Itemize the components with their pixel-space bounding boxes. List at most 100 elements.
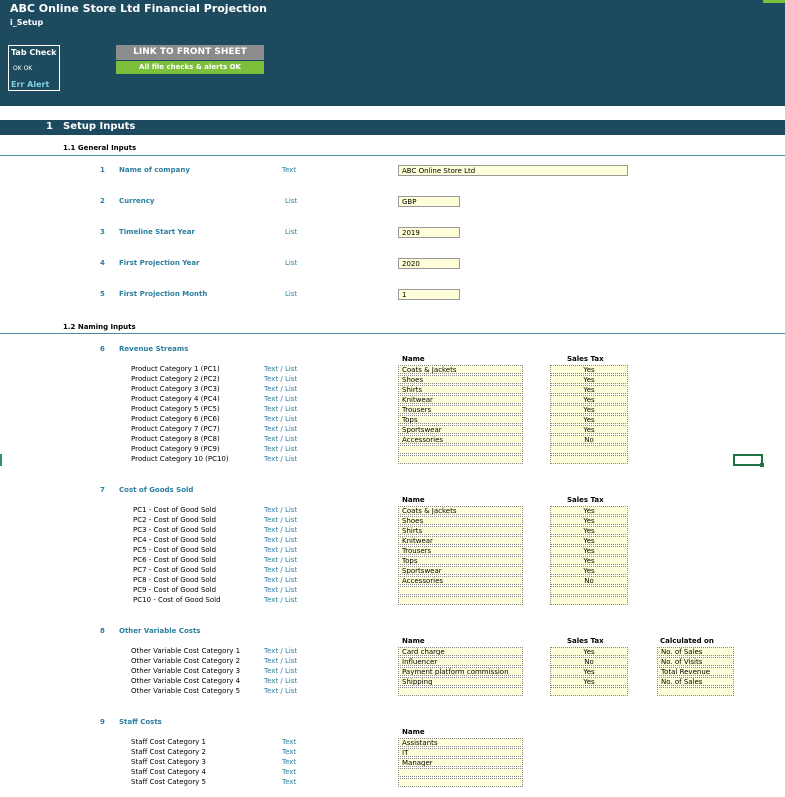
calculated-on-cell[interactable]: Total Revenue [657,667,734,676]
category-label: Product Category 6 (PC6) [131,415,220,423]
calculated-on-cell[interactable] [657,687,734,696]
category-label: Other Variable Cost Category 3 [131,667,241,675]
link-front-sheet-button[interactable]: LINK TO FRONT SHEET [116,45,264,60]
input-type: Text [282,758,297,766]
category-label: Staff Cost Category 5 [131,778,206,786]
name-cell[interactable] [398,455,523,464]
name-cell[interactable]: Shoes [398,516,523,525]
category-label: Other Variable Cost Category 2 [131,657,241,665]
input-type: List [285,290,298,298]
name-cell[interactable]: Coats & Jackets [398,506,523,515]
category-label: PC1 - Cost of Good Sold [133,506,217,514]
divider [0,333,785,334]
sales-tax-cell[interactable]: Yes [550,677,628,686]
name-cell[interactable]: Trousers [398,405,523,414]
name-cell[interactable]: Shoes [398,375,523,384]
sales-tax-cell[interactable]: Yes [550,516,628,525]
sales-tax-cell[interactable]: No [550,435,628,444]
category-label: Other Variable Cost Category 4 [131,677,241,685]
sales-tax-cell[interactable]: Yes [550,375,628,384]
input-type: Text / List [264,667,298,675]
sales-tax-cell[interactable]: Yes [550,667,628,676]
name-cell[interactable]: Sportswear [398,425,523,434]
name-cell[interactable] [398,687,523,696]
sales-tax-cell[interactable] [550,455,628,464]
category-label: PC9 - Cost of Good Sold [133,586,217,594]
name-cell[interactable]: Payment platform commission [398,667,523,676]
input-label: Name of company [119,166,190,174]
fill-handle[interactable] [760,463,764,467]
sales-tax-cell[interactable]: Yes [550,506,628,515]
input-field[interactable]: 2019 [398,227,460,238]
name-cell[interactable]: Coats & Jackets [398,365,523,374]
sales-tax-cell[interactable] [550,445,628,454]
name-cell[interactable]: Card charge [398,647,523,656]
name-cell[interactable]: Knitwear [398,536,523,545]
name-cell[interactable]: Influencer [398,657,523,666]
input-type: Text / List [264,586,298,594]
input-type: Text / List [264,657,298,665]
category-label: PC7 - Cost of Good Sold [133,566,217,574]
name-cell[interactable]: Tops [398,556,523,565]
category-label: Product Category 1 (PC1) [131,365,220,373]
name-cell[interactable]: Shirts [398,385,523,394]
input-field[interactable]: 2020 [398,258,460,269]
sales-tax-cell[interactable]: Yes [550,415,628,424]
column-header-name: Name [402,355,425,363]
sales-tax-cell[interactable]: Yes [550,425,628,434]
category-label: PC2 - Cost of Good Sold [133,516,217,524]
name-cell[interactable] [398,445,523,454]
sales-tax-cell[interactable]: Yes [550,566,628,575]
workbook-title: ABC Online Store Ltd Financial Projectio… [10,2,267,15]
category-label: Product Category 10 (PC10) [131,455,229,463]
name-cell[interactable]: Accessories [398,576,523,585]
input-type: Text / List [264,425,298,433]
sales-tax-cell[interactable]: Yes [550,546,628,555]
name-cell[interactable] [398,586,523,595]
name-cell[interactable]: Shirts [398,526,523,535]
column-header-name: Name [402,637,425,645]
sales-tax-cell[interactable] [550,596,628,605]
sales-tax-cell[interactable]: No [550,657,628,666]
sales-tax-cell[interactable]: Yes [550,647,628,656]
sales-tax-cell[interactable]: Yes [550,526,628,535]
sales-tax-cell[interactable]: No [550,576,628,585]
sales-tax-cell[interactable]: Yes [550,365,628,374]
name-cell[interactable]: Manager [398,758,523,767]
calculated-on-cell[interactable]: No. of Visits [657,657,734,666]
selected-cell[interactable] [733,454,764,467]
input-field[interactable]: GBP [398,196,460,207]
sales-tax-cell[interactable]: Yes [550,536,628,545]
sales-tax-cell[interactable] [550,687,628,696]
calculated-on-cell[interactable]: No. of Sales [657,677,734,686]
name-cell[interactable]: Knitwear [398,395,523,404]
column-header-name: Name [402,496,425,504]
sales-tax-cell[interactable]: Yes [550,395,628,404]
category-label: Product Category 3 (PC3) [131,385,220,393]
sales-tax-cell[interactable] [550,586,628,595]
name-cell[interactable]: Assistants [398,738,523,747]
name-cell[interactable]: IT [398,748,523,757]
name-cell[interactable]: Sportswear [398,566,523,575]
input-field[interactable]: 1 [398,289,460,300]
name-cell[interactable]: Tops [398,415,523,424]
input-type: Text / List [264,445,298,453]
column-header-name: Name [402,728,425,736]
input-type: Text / List [264,596,298,604]
tab-check-status: OK OK [13,65,33,72]
name-cell[interactable]: Shipping [398,677,523,686]
input-label: Currency [119,197,155,205]
sales-tax-cell[interactable]: Yes [550,556,628,565]
input-field[interactable]: ABC Online Store Ltd [398,165,628,176]
name-cell[interactable]: Trousers [398,546,523,555]
name-cell[interactable] [398,778,523,787]
calculated-on-cell[interactable]: No. of Sales [657,647,734,656]
sales-tax-cell[interactable]: Yes [550,385,628,394]
sheet-name: i_Setup [10,18,44,27]
name-cell[interactable]: Accessories [398,435,523,444]
sales-tax-cell[interactable]: Yes [550,405,628,414]
name-cell[interactable] [398,596,523,605]
name-cell[interactable] [398,768,523,777]
tab-check-title: Tab Check [11,48,57,57]
block-number: 6 [100,345,105,353]
